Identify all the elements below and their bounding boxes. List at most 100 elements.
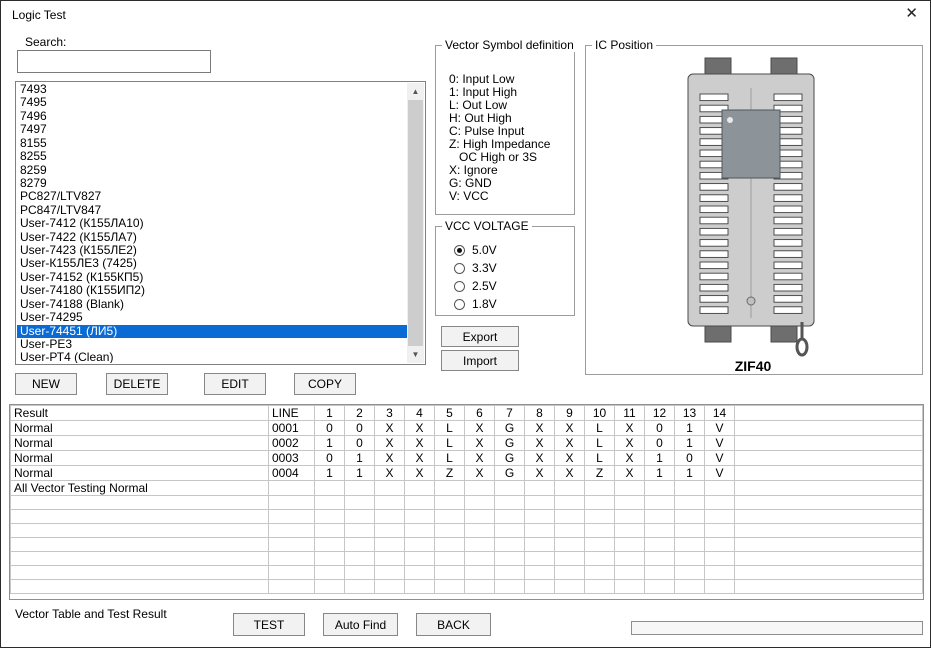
pin-cell: X [465,436,495,451]
delete-button[interactable]: DELETE [106,373,168,395]
list-item[interactable]: User-74152 (К155КП5) [17,271,407,284]
list-item[interactable]: User-74180 (К155ИП2) [17,284,407,297]
pin-cell: X [465,451,495,466]
list-item[interactable]: 7495 [17,96,407,109]
search-input[interactable] [17,50,211,73]
vector-row[interactable]: Normal000210XXLXGXXLX01V [11,436,923,451]
list-item[interactable]: User-РЕ3 [17,338,407,351]
pin-cell: X [525,436,555,451]
pin-column-header: 7 [495,406,525,421]
list-item[interactable]: User-7412 (К155ЛА10) [17,217,407,230]
pin-cell [585,481,615,496]
list-item[interactable]: 8155 [17,137,407,150]
list-item[interactable]: User-74295 [17,311,407,324]
list-item[interactable]: PC827/LTV827 [17,190,407,203]
scroll-up-icon[interactable]: ▲ [407,83,424,100]
result-cell: Normal [11,451,269,466]
auto-find-button[interactable]: Auto Find [323,613,398,636]
export-button[interactable]: Export [441,326,519,347]
pin-cell: X [465,466,495,481]
result-cell [11,510,269,524]
vector-row[interactable]: Normal000411XXZXGXXZX11V [11,466,923,481]
filler-cell [735,580,923,594]
pin-cell [495,538,525,552]
vcc-option-2.5V[interactable]: 2.5V [454,277,497,295]
list-item[interactable]: 8259 [17,164,407,177]
list-item[interactable]: 8279 [17,177,407,190]
vcc-option-5.0V[interactable]: 5.0V [454,241,497,259]
back-button[interactable]: BACK [416,613,491,636]
list-item[interactable]: 7497 [17,123,407,136]
pin-cell [315,566,345,580]
pin-cell [675,481,705,496]
empty-row[interactable] [11,566,923,580]
pin-cell [315,538,345,552]
pin-cell: 1 [645,451,675,466]
pin-cell: 1 [645,466,675,481]
pin-cell [465,566,495,580]
test-button[interactable]: TEST [233,613,305,636]
pin-cell: L [585,436,615,451]
list-item[interactable]: 8255 [17,150,407,163]
list-scrollbar[interactable]: ▲ ▼ [407,83,424,363]
close-icon[interactable]: ✕ [905,6,918,22]
pin-cell [675,552,705,566]
pin-cell [675,496,705,510]
pin-cell: X [525,466,555,481]
pin-cell [705,552,735,566]
new-button[interactable]: NEW [15,373,77,395]
pin-cell: X [375,466,405,481]
list-item[interactable]: User-7422 (К155ЛА7) [17,231,407,244]
pin-cell: 1 [675,436,705,451]
pin-cell: X [375,436,405,451]
line-cell [269,510,315,524]
list-item[interactable]: User-РТ4 (Clean) [17,351,407,363]
empty-row[interactable] [11,580,923,594]
pin-cell [465,552,495,566]
pin-cell: X [375,451,405,466]
scrollbar-thumb[interactable] [408,100,423,346]
pin-cell [525,510,555,524]
summary-row[interactable]: All Vector Testing Normal [11,481,923,496]
filler-cell [735,566,923,580]
list-item[interactable]: 7496 [17,110,407,123]
pin-cell: X [465,421,495,436]
vcc-option-3.3V[interactable]: 3.3V [454,259,497,277]
list-item[interactable]: User-К155ЛЕ3 (7425) [17,257,407,270]
pin-cell [435,566,465,580]
pin-cell [705,481,735,496]
empty-row[interactable] [11,552,923,566]
vector-row[interactable]: Normal000301XXLXGXXLX10V [11,451,923,466]
logic-test-window: Logic Test ✕ Search: 7493749574967497815… [0,0,931,648]
scroll-down-icon[interactable]: ▼ [407,346,424,363]
pin-cell [555,552,585,566]
empty-row[interactable] [11,510,923,524]
list-item[interactable]: 7493 [17,83,407,96]
pin-cell [405,496,435,510]
pin-cell [585,566,615,580]
edit-button[interactable]: EDIT [204,373,266,395]
vector-row[interactable]: Normal000100XXLXGXXLX01V [11,421,923,436]
empty-row[interactable] [11,524,923,538]
line-cell: 0002 [269,436,315,451]
list-item[interactable]: User-74188 (Blank) [17,298,407,311]
pin-cell [495,580,525,594]
pin-cell [315,496,345,510]
filler-cell [735,421,923,436]
pin-column-header: 9 [555,406,585,421]
pin-cell [405,552,435,566]
empty-row[interactable] [11,538,923,552]
pin-cell: 1 [675,466,705,481]
line-cell: 0004 [269,466,315,481]
copy-button[interactable]: COPY [294,373,356,395]
vcc-option-1.8V[interactable]: 1.8V [454,295,497,313]
empty-row[interactable] [11,496,923,510]
import-button[interactable]: Import [441,350,519,371]
list-item[interactable]: PC847/LTV847 [17,204,407,217]
list-item[interactable]: User-7423 (К155ЛЕ2) [17,244,407,257]
pin-cell: G [495,421,525,436]
list-item[interactable]: User-74451 (ЛИ5) [17,325,407,338]
radio-icon [454,281,465,292]
pin-column-header: 12 [645,406,675,421]
pin-cell [345,538,375,552]
